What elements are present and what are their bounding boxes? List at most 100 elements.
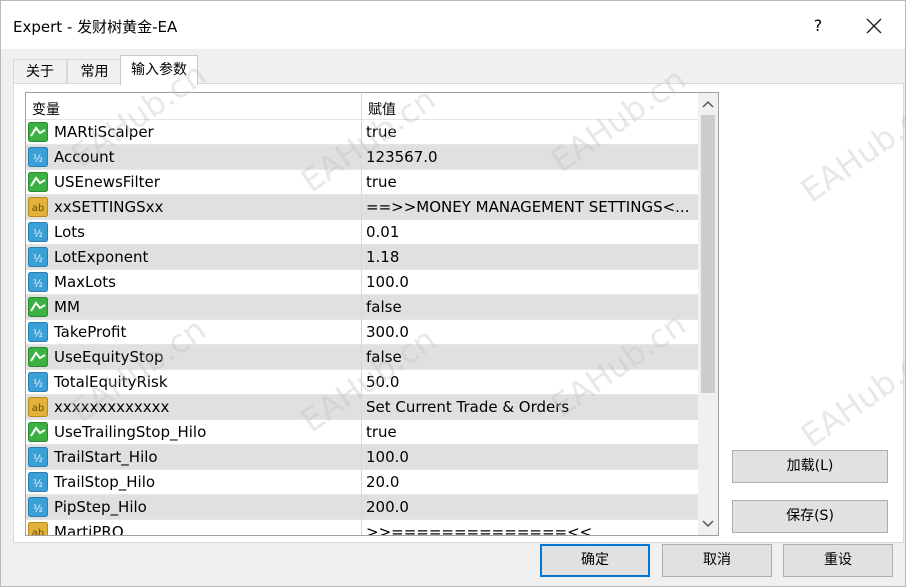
close-button[interactable] [857, 9, 891, 43]
tab-inputs[interactable]: 输入参数 [120, 55, 198, 85]
string-icon: ab [28, 522, 48, 536]
parameter-value[interactable]: 100.0 [366, 273, 696, 291]
parameter-value[interactable]: true [366, 123, 696, 141]
window-title: Expert - 发财树黄金-EA [13, 18, 178, 36]
reset-button[interactable]: 重设 [783, 544, 893, 577]
column-header-variable[interactable]: 变量 [32, 99, 60, 119]
number-icon: ½ [28, 247, 48, 267]
svg-text:½: ½ [33, 278, 43, 290]
parameter-name: xxSETTINGSxx [54, 198, 164, 216]
parameter-row[interactable]: ½ MaxLots 100.0 [26, 270, 698, 295]
number-icon: ½ [28, 472, 48, 492]
parameter-value[interactable]: >>==============<< [366, 523, 696, 535]
parameter-value[interactable]: false [366, 298, 696, 316]
parameter-row[interactable]: ½ LotExponent 1.18 [26, 245, 698, 270]
svg-text:½: ½ [33, 253, 43, 265]
parameter-row[interactable]: UseTrailingStop_Hilo true [26, 420, 698, 445]
parameter-value[interactable]: 0.01 [366, 223, 696, 241]
parameter-row[interactable]: ½ TrailStart_Hilo 100.0 [26, 445, 698, 470]
parameter-row[interactable]: UseEquityStop false [26, 345, 698, 370]
svg-text:½: ½ [33, 328, 43, 340]
parameter-value[interactable]: false [366, 348, 696, 366]
scroll-down-arrow[interactable] [698, 513, 718, 533]
scroll-thumb[interactable] [701, 115, 715, 393]
parameter-value[interactable]: 100.0 [366, 448, 696, 466]
parameter-name: TrailStart_Hilo [54, 448, 158, 466]
scroll-up-arrow[interactable] [698, 95, 718, 115]
parameter-row[interactable]: ½ TotalEquityRisk 50.0 [26, 370, 698, 395]
number-icon: ½ [28, 497, 48, 517]
parameter-row[interactable]: MM false [26, 295, 698, 320]
svg-text:ab: ab [32, 403, 44, 414]
parameter-value[interactable]: 50.0 [366, 373, 696, 391]
number-icon: ½ [28, 322, 48, 342]
chevron-down-icon [702, 520, 714, 528]
number-icon: ½ [28, 222, 48, 242]
parameter-name: UseEquityStop [54, 348, 164, 366]
help-button[interactable]: ? [801, 9, 835, 43]
number-icon: ½ [28, 372, 48, 392]
bool-icon [28, 122, 48, 142]
ok-button[interactable]: 确定 [540, 544, 650, 577]
bool-icon [28, 297, 48, 317]
svg-text:½: ½ [33, 378, 43, 390]
parameter-value[interactable]: true [366, 423, 696, 441]
parameter-row[interactable]: MARtiScalper true [26, 120, 698, 145]
parameter-row[interactable]: ½ Lots 0.01 [26, 220, 698, 245]
tab-about[interactable]: 关于 [13, 59, 67, 84]
svg-text:½: ½ [33, 478, 43, 490]
parameter-name: xxxxxxxxxxxxx [54, 398, 170, 416]
parameter-row[interactable]: ½ TrailStop_Hilo 20.0 [26, 470, 698, 495]
parameter-name: TotalEquityRisk [54, 373, 168, 391]
parameter-name: PipStep_Hilo [54, 498, 147, 516]
parameter-name: MM [54, 298, 80, 316]
parameter-name: TrailStop_Hilo [54, 473, 156, 491]
parameter-name: MARtiScalper [54, 123, 154, 141]
expert-properties-dialog: Expert - 发财树黄金-EA ? 关于 常用 输入参数 变量 赋值 MAR… [0, 0, 906, 587]
parameter-row[interactable]: USEnewsFilter true [26, 170, 698, 195]
tab-common[interactable]: 常用 [67, 59, 122, 84]
parameters-grid[interactable]: 变量 赋值 MARtiScalper true ½ Account 123567.0 US… [25, 92, 719, 536]
parameter-value[interactable]: ==>>MONEY MANAGEMENT SETTINGS<... [366, 198, 696, 216]
column-header-value[interactable]: 赋值 [368, 99, 396, 119]
svg-text:½: ½ [33, 503, 43, 515]
string-icon: ab [28, 397, 48, 417]
svg-text:ab: ab [32, 528, 44, 536]
bool-icon [28, 422, 48, 442]
bool-icon [28, 172, 48, 192]
parameter-row[interactable]: ab xxxxxxxxxxxxx Set Current Trade & Order… [26, 395, 698, 420]
column-separator[interactable] [361, 93, 362, 535]
grid-rows: MARtiScalper true ½ Account 123567.0 USEnewsF… [26, 120, 698, 536]
title-bar: Expert - 发财树黄金-EA ? [1, 1, 905, 49]
svg-text:ab: ab [32, 203, 44, 214]
parameter-row[interactable]: ½ TakeProfit 300.0 [26, 320, 698, 345]
parameter-row[interactable]: ab xxSETTINGSxx ==>>MONEY MANAGEMENT SETTI… [26, 195, 698, 220]
parameter-row[interactable]: ½ Account 123567.0 [26, 145, 698, 170]
svg-text:½: ½ [33, 228, 43, 240]
parameter-row[interactable]: ab MartiPRO >>==============<< [26, 520, 698, 536]
parameter-name: Account [54, 148, 115, 166]
parameter-name: USEnewsFilter [54, 173, 160, 191]
parameter-value[interactable]: 300.0 [366, 323, 696, 341]
string-icon: ab [28, 197, 48, 217]
parameter-name: Lots [54, 223, 85, 241]
cancel-button[interactable]: 取消 [662, 544, 772, 577]
parameter-name: UseTrailingStop_Hilo [54, 423, 207, 441]
parameter-value[interactable]: 20.0 [366, 473, 696, 491]
parameter-value[interactable]: 123567.0 [366, 148, 696, 166]
vertical-scrollbar[interactable] [698, 93, 718, 535]
parameter-name: MaxLots [54, 273, 116, 291]
bool-icon [28, 347, 48, 367]
parameter-value[interactable]: Set Current Trade & Orders [366, 398, 696, 416]
close-icon [866, 18, 882, 34]
svg-text:½: ½ [33, 153, 43, 165]
save-button[interactable]: 保存(S) [732, 500, 888, 533]
svg-text:½: ½ [33, 453, 43, 465]
parameter-value[interactable]: true [366, 173, 696, 191]
parameter-name: MartiPRO [54, 523, 124, 536]
load-button[interactable]: 加载(L) [732, 450, 888, 483]
parameter-value[interactable]: 1.18 [366, 248, 696, 266]
parameter-row[interactable]: ½ PipStep_Hilo 200.0 [26, 495, 698, 520]
parameter-value[interactable]: 200.0 [366, 498, 696, 516]
parameter-name: TakeProfit [54, 323, 127, 341]
